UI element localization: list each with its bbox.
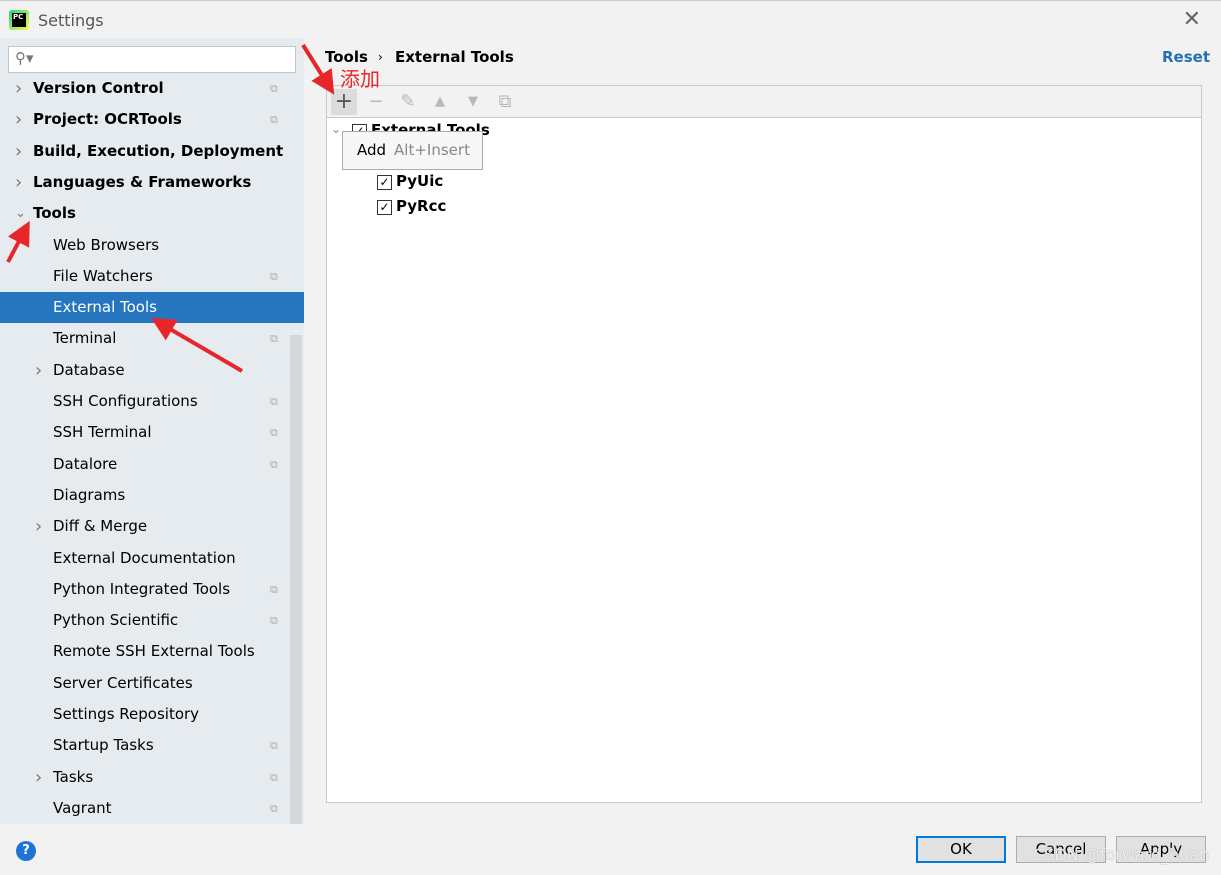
sidebar-item[interactable]: › Project: OCRTools ⧉: [0, 104, 304, 135]
tooltip-label: Add: [357, 141, 387, 159]
sidebar-item[interactable]: › Database: [0, 355, 304, 386]
project-scope-icon: ⧉: [270, 770, 278, 784]
sidebar-item[interactable]: › Languages & Frameworks: [0, 167, 304, 198]
ok-button[interactable]: OK: [916, 836, 1006, 863]
sidebar-item[interactable]: Python Integrated Tools ⧉: [0, 574, 304, 605]
project-scope-icon: ⧉: [270, 113, 278, 127]
help-icon[interactable]: ?: [16, 841, 36, 861]
expand-chevron-icon[interactable]: ⌄: [331, 122, 341, 136]
search-input[interactable]: ⚲▾: [8, 46, 296, 73]
sidebar-item[interactable]: File Watchers ⧉: [0, 261, 304, 292]
sidebar-item-label: Python Integrated Tools: [53, 579, 231, 598]
sidebar-item-label: Diagrams: [53, 485, 126, 504]
annotation-text: 添加: [340, 67, 380, 91]
sidebar-scrollbar[interactable]: [290, 335, 302, 824]
close-icon[interactable]: ✕: [1183, 7, 1201, 32]
sidebar-item-label: Tools: [33, 204, 76, 223]
sidebar-item[interactable]: Terminal ⧉: [0, 323, 304, 354]
pycharm-logo-icon: PC: [9, 10, 29, 30]
sidebar-item[interactable]: SSH Terminal ⧉: [0, 417, 304, 448]
sidebar-item[interactable]: › Diff & Merge: [0, 511, 304, 542]
pyrcc-checkbox[interactable]: ✓: [377, 200, 392, 215]
move-up-icon[interactable]: ▲: [427, 89, 453, 115]
edit-icon[interactable]: ✎: [395, 89, 421, 115]
sidebar-item-label: Startup Tasks: [53, 736, 154, 755]
chevron-down-icon[interactable]: ⌄: [15, 198, 26, 229]
project-scope-icon: ⧉: [270, 332, 278, 346]
sidebar-item-label: Languages & Frameworks: [33, 172, 252, 191]
sidebar-item[interactable]: Settings Repository: [0, 699, 304, 730]
sidebar-item[interactable]: › Tasks ⧉: [0, 762, 304, 793]
title-bar: PC Settings ✕: [0, 0, 1221, 38]
sidebar-item[interactable]: External Documentation: [0, 543, 304, 574]
tree-item-pyrcc[interactable]: PyRcc: [396, 197, 446, 215]
chevron-right-icon[interactable]: ›: [15, 73, 22, 104]
move-down-icon[interactable]: ▼: [460, 89, 486, 115]
sidebar-item-label: Terminal: [53, 329, 117, 348]
settings-sidebar: ⚲▾ › Version Control ⧉ › Project: OCRTools ⧉ ›…: [0, 38, 304, 824]
sidebar-item[interactable]: › Build, Execution, Deployment: [0, 136, 304, 167]
sidebar-item[interactable]: Web Browsers: [0, 230, 304, 261]
breadcrumb-separator: ›: [378, 50, 383, 64]
reset-link[interactable]: Reset: [1162, 48, 1210, 66]
sidebar-item-label: Version Control: [33, 79, 164, 97]
sidebar-item-label: Database: [53, 360, 125, 379]
chevron-right-icon[interactable]: ›: [15, 104, 22, 135]
chevron-right-icon[interactable]: ›: [15, 167, 22, 198]
sidebar-item[interactable]: SSH Configurations ⧉: [0, 386, 304, 417]
project-scope-icon: ⧉: [270, 82, 278, 95]
sidebar-item[interactable]: Datalore ⧉: [0, 449, 304, 480]
tree-item-pyuic[interactable]: PyUic: [396, 172, 443, 190]
chevron-right-icon[interactable]: ›: [35, 511, 42, 542]
search-icon: ⚲▾: [15, 49, 34, 67]
tooltip-shortcut: Alt+Insert: [394, 141, 470, 159]
sidebar-item-label: Web Browsers: [53, 235, 160, 254]
sidebar-item-label: External Tools: [53, 298, 157, 317]
sidebar-item-label: SSH Terminal: [53, 423, 152, 442]
sidebar-item[interactable]: Server Certificates: [0, 668, 304, 699]
sidebar-item[interactable]: Python Scientific ⧉: [0, 605, 304, 636]
sidebar-item-label: Python Scientific: [53, 611, 179, 630]
watermark: CSDN @forward_huan: [1033, 845, 1210, 864]
sidebar-item-label: Remote SSH External Tools: [53, 642, 255, 661]
add-tooltip: Add Alt+Insert: [342, 131, 483, 170]
project-scope-icon: ⧉: [270, 269, 278, 283]
sidebar-item[interactable]: › Version Control ⧉: [0, 73, 304, 104]
sidebar-item[interactable]: External Tools: [0, 292, 304, 324]
sidebar-item-label: Tasks: [53, 767, 94, 786]
sidebar-item[interactable]: ⌄ Tools: [0, 198, 304, 229]
tools-toolbar: + − ✎ ▲ ▼ ⧉: [327, 86, 1201, 118]
sidebar-item-label: External Documentation: [53, 548, 236, 567]
remove-icon[interactable]: −: [363, 89, 389, 115]
window-title: Settings: [38, 11, 104, 30]
pyuic-checkbox[interactable]: ✓: [377, 175, 392, 190]
sidebar-item-label: Vagrant: [53, 798, 112, 817]
project-scope-icon: ⧉: [270, 426, 278, 440]
sidebar-item-label: Build, Execution, Deployment: [33, 141, 284, 160]
project-scope-icon: ⧉: [270, 614, 278, 628]
external-tools-panel: + − ✎ ▲ ▼ ⧉ ⌄ ✓ External Tools ✓ PyUic ✓…: [326, 85, 1202, 803]
copy-icon[interactable]: ⧉: [492, 89, 518, 115]
chevron-right-icon[interactable]: ›: [15, 136, 22, 167]
project-scope-icon: ⧉: [270, 457, 278, 471]
sidebar-item-label: Datalore: [53, 454, 118, 473]
sidebar-item[interactable]: Diagrams: [0, 480, 304, 511]
breadcrumb-current: External Tools: [395, 48, 514, 66]
sidebar-item[interactable]: Remote SSH External Tools: [0, 636, 304, 667]
sidebar-item-label: Settings Repository: [53, 705, 200, 723]
project-scope-icon: ⧉: [270, 395, 278, 408]
chevron-right-icon[interactable]: ›: [35, 762, 42, 793]
add-icon[interactable]: +: [331, 89, 357, 115]
sidebar-item-label: Diff & Merge: [53, 517, 148, 536]
project-scope-icon: ⧉: [270, 801, 278, 815]
chevron-right-icon[interactable]: ›: [35, 355, 42, 386]
project-scope-icon: ⧉: [270, 739, 278, 753]
sidebar-item-label: SSH Configurations: [53, 392, 198, 410]
project-scope-icon: ⧉: [270, 582, 278, 596]
sidebar-item[interactable]: Vagrant ⧉: [0, 793, 304, 824]
sidebar-item-label: File Watchers: [53, 266, 153, 285]
sidebar-item-label: Server Certificates: [53, 673, 193, 692]
sidebar-item[interactable]: Startup Tasks ⧉: [0, 730, 304, 761]
sidebar-item-label: Project: OCRTools: [33, 110, 182, 129]
